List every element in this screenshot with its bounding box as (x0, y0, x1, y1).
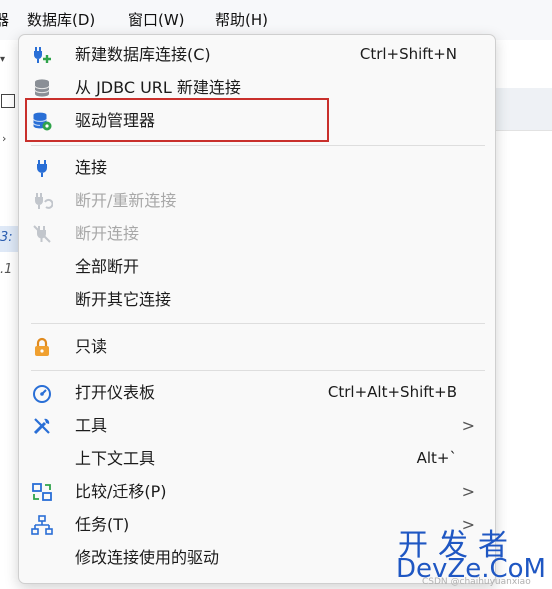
menu-item-label: 全部断开 (75, 257, 140, 276)
tools-icon (31, 415, 53, 437)
menu-item-read-only[interactable]: 只读 (19, 330, 495, 363)
menu-separator (31, 145, 485, 146)
menubar-item-help[interactable]: 帮助(H) (215, 10, 268, 30)
menu-item-label: 断开连接 (75, 224, 140, 243)
compare-icon (31, 481, 53, 503)
tree-row-text: .1 (0, 262, 13, 277)
right-pane-header (494, 88, 552, 131)
menu-item-label: 比较/迁移(P) (75, 482, 167, 501)
menu-item-label: 断开/重新连接 (75, 191, 177, 210)
submenu-arrow-icon: > (461, 482, 475, 501)
menu-item-label: 打开仪表板 (75, 383, 156, 402)
highlight-annotation-box (25, 98, 329, 142)
menu-item-label: 从 JDBC URL 新建连接 (75, 78, 241, 97)
tree-row-text: 3: (0, 230, 13, 245)
plug-add-icon (31, 44, 53, 66)
menu-item-connect[interactable]: 连接 (19, 151, 495, 184)
menu-separator (31, 370, 485, 371)
panel-icon[interactable] (1, 94, 15, 108)
menu-item-context-tools[interactable]: 上下文工具 Alt+` (19, 442, 495, 475)
dashboard-icon (31, 382, 53, 404)
tasks-icon (31, 514, 53, 536)
menu-item-tools[interactable]: 工具 > (19, 409, 495, 442)
submenu-arrow-icon: > (461, 416, 475, 435)
menu-separator (31, 323, 485, 324)
menu-item-label: 修改连接使用的驱动 (75, 548, 220, 567)
disconnect-icon (31, 223, 53, 245)
menu-item-disconnect-others[interactable]: 断开其它连接 (19, 283, 495, 316)
menu-item-label: 只读 (75, 337, 108, 356)
menu-item-shortcut: Ctrl+Shift+N (359, 45, 457, 63)
menu-item-disconnect-all[interactable]: 全部断开 (19, 250, 495, 283)
lock-icon (31, 336, 53, 358)
database-icon (31, 77, 53, 99)
menu-item-label: 工具 (75, 416, 108, 435)
menu-item-shortcut: Ctrl+Alt+Shift+B (327, 383, 457, 401)
menubar-item-tools[interactable]: 器 (0, 10, 9, 30)
right-pane (494, 40, 552, 589)
plug-icon (31, 157, 53, 179)
menu-item-label: 任务(T) (75, 515, 130, 534)
menu-item-disconnect[interactable]: 断开连接 (19, 217, 495, 250)
menu-item-open-dashboard[interactable]: 打开仪表板 Ctrl+Alt+Shift+B (19, 376, 495, 409)
database-menu: 新建数据库连接(C) Ctrl+Shift+N 从 JDBC URL 新建连接 … (18, 34, 496, 584)
menu-item-label: 新建数据库连接(C) (75, 45, 211, 64)
menu-item-new-connection[interactable]: 新建数据库连接(C) Ctrl+Shift+N (19, 38, 495, 71)
watermark: 开发者 DevZe.CoM CSDN @chaihuyuanxiao (394, 520, 552, 589)
menu-item-label: 断开其它连接 (75, 290, 172, 309)
menu-item-reconnect[interactable]: 断开/重新连接 (19, 184, 495, 217)
menubar-item-database[interactable]: 数据库(D) (27, 10, 95, 30)
menubar-item-window[interactable]: 窗口(W) (128, 10, 185, 30)
menu-item-label: 上下文工具 (75, 449, 156, 468)
menu-item-compare-migrate[interactable]: 比较/迁移(P) > (19, 475, 495, 508)
menu-item-shortcut: Alt+` (416, 449, 457, 467)
watermark-credit-text: CSDN @chaihuyuanxiao (422, 577, 531, 587)
dropdown-arrow-icon[interactable]: ▾ (0, 54, 5, 65)
menu-item-label: 连接 (75, 158, 108, 177)
tree-expand-icon[interactable]: › (2, 132, 6, 145)
reconnect-icon (31, 190, 53, 212)
